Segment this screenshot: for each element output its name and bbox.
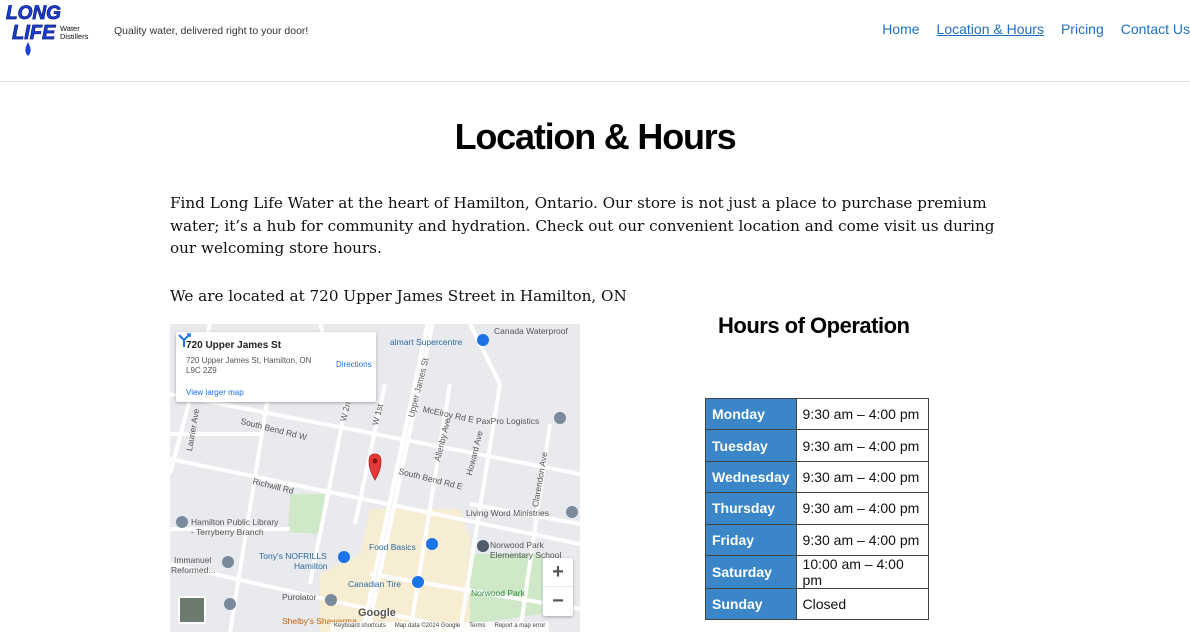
hours-time: 9:30 am – 4:00 pm [795, 523, 929, 556]
hours-time: 9:30 am – 4:00 pm [795, 460, 929, 494]
map-label-food-basics: Food Basics [369, 542, 416, 552]
nav-location-hours[interactable]: Location & Hours [937, 21, 1044, 37]
map-label-purolator: Purolator [282, 592, 317, 602]
map-label-nofrills-1: Tony's NOFRILLS [259, 551, 327, 561]
hours-day: Saturday [705, 554, 797, 589]
keyboard-shortcuts-link[interactable]: Keyboard shortcuts [334, 623, 386, 631]
map-card-address: 720 Upper James St, Hamilton, ON L9C 2Z9 [186, 356, 312, 375]
hours-row: Thursday 9:30 am – 4:00 pm [705, 492, 929, 525]
page-title: Location & Hours [454, 116, 737, 157]
nav-contact-us[interactable]: Contact Us [1121, 21, 1190, 37]
nav-home[interactable]: Home [882, 21, 919, 37]
location-sentence: We are located at 720 Upper James Street… [170, 287, 627, 305]
hours-table: Monday 9:30 am – 4:00 pm Tuesday 9:30 am… [705, 397, 929, 621]
hours-title: Hours of Operation [718, 313, 910, 338]
street-view-thumbnail[interactable] [178, 596, 206, 624]
hours-day: Sunday [705, 587, 797, 621]
map-label-library-1: Hamilton Public Library [191, 517, 279, 527]
map-label-library-2: - Terryberry Branch [191, 527, 264, 537]
map-zoom-controls: + − [543, 558, 573, 616]
map-label-nofrills-2: Hamilton [294, 561, 328, 571]
intro-paragraph: Find Long Life Water at the heart of Ham… [170, 194, 995, 258]
view-larger-map-link[interactable]: View larger map [186, 388, 244, 397]
hours-time: 9:30 am – 4:00 pm [795, 492, 929, 525]
map-label-norwood-school-1: Norwood Park [490, 540, 544, 550]
svg-text:LONG: LONG [6, 3, 61, 24]
site-logo[interactable]: LONG LIFE Water Distillers [4, 2, 104, 62]
map-data-text: Map data ©2024 Google [394, 623, 461, 629]
hours-time: Closed [795, 587, 929, 621]
map-card-title: 720 Upper James St [186, 340, 282, 351]
svg-text:LIFE: LIFE [12, 22, 56, 44]
map-label-living-word: Living Word Ministries [466, 508, 549, 518]
zoom-out-button[interactable]: − [543, 587, 573, 616]
hours-time: 10:00 am – 4:00 pm [795, 554, 929, 589]
hours-row: Saturday 10:00 am – 4:00 pm [705, 554, 929, 589]
map-label-canada-waterproof: Canada Waterproof [494, 326, 568, 336]
hours-time: 9:30 am – 4:00 pm [795, 429, 929, 462]
logo-graphic: LONG LIFE Water Distillers [6, 3, 89, 56]
site-header: LONG LIFE Water Distillers Quality water… [0, 0, 1190, 82]
zoom-in-button[interactable]: + [543, 558, 573, 587]
directions-link[interactable]: Directions [336, 360, 372, 369]
hours-row: Monday 9:30 am – 4:00 pm [705, 397, 929, 431]
hours-row: Friday 9:30 am – 4:00 pm [705, 523, 929, 556]
hours-row: Wednesday 9:30 am – 4:00 pm [705, 460, 929, 494]
hours-day: Monday [705, 397, 797, 431]
hours-day: Wednesday [705, 460, 797, 494]
map-label-immanuel-1: Immanuel [174, 555, 212, 565]
nav-pricing[interactable]: Pricing [1061, 21, 1104, 37]
hours-row: Sunday Closed [705, 587, 929, 621]
hours-time: 9:30 am – 4:00 pm [795, 397, 929, 431]
report-map-error-link[interactable]: Report a map error [495, 623, 546, 631]
site-tagline: Quality water, delivered right to your d… [114, 25, 309, 37]
map-info-card: 720 Upper James St 720 Upper James St, H… [176, 332, 376, 402]
svg-text:Distillers: Distillers [60, 32, 89, 41]
hours-day: Thursday [705, 492, 797, 525]
hours-row: Tuesday 9:30 am – 4:00 pm [705, 429, 929, 462]
map-label-walmart: almart Supercentre [390, 337, 463, 347]
main-nav: Home Location & Hours Pricing Contact Us [865, 21, 1190, 37]
directions-icon[interactable] [176, 332, 192, 348]
terms-link[interactable]: Terms [469, 623, 485, 631]
map-footer: Keyboard shortcuts Map data ©2024 Google… [330, 622, 550, 632]
map-label-canadian-tire: Canadian Tire [348, 579, 401, 589]
google-logo: Google [358, 607, 396, 619]
map-label-immanuel-2: Reformed... [171, 565, 216, 575]
map-label-norwood-park: Norwood Park [471, 588, 525, 598]
embedded-map[interactable]: Canada Waterproof almart Supercentre Sou… [170, 324, 580, 632]
hours-day: Friday [705, 523, 797, 556]
map-label-paxpro: PaxPro Logistics [476, 416, 540, 426]
hours-day: Tuesday [705, 429, 797, 462]
